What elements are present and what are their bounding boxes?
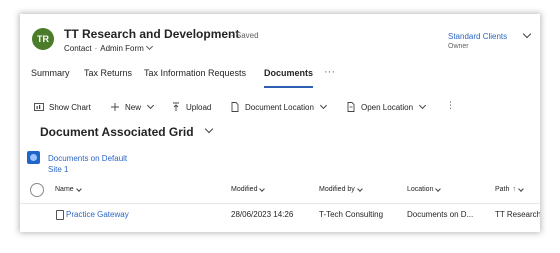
owner-link[interactable]: Standard Clients [448, 32, 507, 41]
cell-path: TT Research [495, 210, 540, 219]
cell-location: Documents on D... [407, 210, 474, 219]
open-location-icon [346, 102, 356, 112]
column-header-modified[interactable]: Modified [231, 185, 266, 193]
upload-icon [171, 102, 181, 112]
chevron-down-icon [518, 185, 524, 192]
cell-modified: 28/06/2023 14:26 [231, 210, 294, 219]
form-selector[interactable]: Admin Form [100, 42, 153, 53]
open-location-label: Open Location [361, 102, 414, 112]
plus-icon [110, 102, 120, 112]
open-location-button[interactable]: Open Location [346, 101, 427, 112]
grid-header: Name Modified Modified by Location Path … [20, 179, 540, 204]
cell-modified-by: T-Tech Consulting [319, 210, 384, 219]
form-label: Admin Form [100, 44, 144, 53]
upload-button[interactable]: Upload [171, 102, 211, 112]
main-window: TR TT Research and Development - Saved C… [20, 14, 540, 232]
tab-summary[interactable]: Summary [31, 68, 70, 78]
chevron-down-icon [75, 185, 82, 192]
document-name-link[interactable]: Practice Gateway [66, 210, 129, 219]
new-label: New [125, 102, 142, 112]
tab-tax-information-requests[interactable]: Tax Information Requests [144, 68, 246, 78]
active-tab-indicator [264, 86, 313, 88]
entity-label: Contact [64, 44, 92, 53]
more-tabs-button[interactable]: ··· [324, 66, 335, 78]
chevron-down-icon [204, 124, 213, 134]
document-icon [56, 210, 64, 220]
table-row[interactable]: Practice Gateway 28/06/2023 14:26 T-Tech… [20, 204, 540, 226]
chart-icon [34, 102, 44, 112]
page-title: TT Research and Development [64, 27, 240, 41]
column-path-label: Path [495, 186, 510, 193]
tab-bar: Summary Tax Returns Tax Information Requ… [20, 66, 540, 88]
upload-label: Upload [186, 102, 212, 112]
grid-title-selector[interactable]: Document Associated Grid [40, 124, 213, 139]
document-location-label: Document Location [245, 102, 314, 112]
saved-status: - Saved [231, 31, 259, 40]
show-chart-button[interactable]: Show Chart [34, 102, 91, 112]
tab-documents[interactable]: Documents [264, 68, 313, 78]
column-name-label: Name [55, 186, 74, 193]
grid-title: Document Associated Grid [40, 125, 194, 139]
record-subtitle: Contact · Admin Form [64, 42, 153, 53]
sort-ascending-icon: ↑ [512, 186, 516, 193]
chevron-down-icon [435, 185, 442, 192]
document-location-button[interactable]: Document Location [230, 101, 327, 112]
chevron-down-icon [319, 101, 327, 109]
command-bar: Show Chart New Upload Document Location … [28, 98, 533, 118]
column-modified-label: Modified [231, 186, 258, 193]
tab-tax-returns[interactable]: Tax Returns [84, 68, 132, 78]
column-header-name[interactable]: Name [55, 185, 82, 193]
select-all-checkbox[interactable] [30, 183, 44, 197]
column-header-location[interactable]: Location [407, 185, 442, 193]
avatar: TR [32, 28, 54, 50]
owner-label: Owner [448, 43, 469, 50]
record-header: TR TT Research and Development - Saved C… [20, 14, 540, 64]
column-header-modified-by[interactable]: Modified by [319, 185, 363, 193]
chevron-down-icon [146, 101, 155, 109]
document-icon [230, 102, 240, 112]
show-chart-label: Show Chart [49, 102, 91, 112]
sharepoint-icon [27, 151, 40, 164]
column-modified-by-label: Modified by [319, 186, 355, 193]
document-location-link-line2[interactable]: Site 1 [48, 165, 68, 174]
document-location-link[interactable]: Documents on Default [48, 154, 127, 163]
subtitle-separator: · [94, 44, 98, 53]
chevron-down-icon [419, 101, 427, 109]
chevron-down-icon[interactable] [522, 29, 532, 39]
column-location-label: Location [407, 186, 434, 193]
more-commands-button[interactable]: ⋮ [446, 100, 455, 111]
chevron-down-icon [145, 42, 153, 51]
chevron-down-icon [356, 185, 363, 192]
new-button[interactable]: New [110, 101, 155, 112]
chevron-down-icon [259, 185, 266, 192]
column-header-path[interactable]: Path ↑ [495, 185, 524, 193]
